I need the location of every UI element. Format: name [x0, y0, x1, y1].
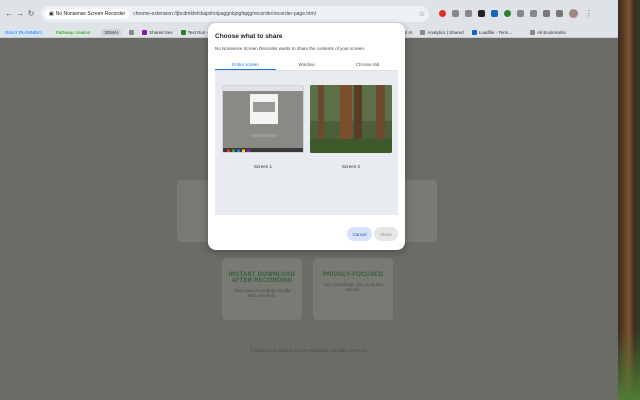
- bookmark-item[interactable]: Shared Sev: [142, 29, 173, 35]
- bookmark-icon: [471, 29, 477, 35]
- folder-icon: [129, 29, 135, 35]
- puzzle-icon[interactable]: [543, 10, 550, 17]
- share-tabs: Entire screen Window Chrome tab: [215, 59, 398, 71]
- bookmark-star-icon[interactable]: ☆: [419, 10, 425, 18]
- cancel-button[interactable]: Cancel: [347, 227, 372, 241]
- extension-icon[interactable]: [439, 10, 446, 17]
- bookmark-item[interactable]: Analytics | Shared: [420, 29, 464, 35]
- screen-1-preview: [223, 86, 303, 152]
- tab-title: No Nonsense Screen Recorder: [55, 10, 126, 17]
- screen-thumbnail: [222, 85, 304, 153]
- bookmark-item[interactable]: [129, 29, 135, 35]
- feature-card: PRIVACY-FOCUSED Your recordings stay loc…: [313, 258, 393, 320]
- address-bar[interactable]: ▣ No Nonsense Screen Recorder chrome-ext…: [41, 5, 429, 22]
- folder-icon: [530, 29, 536, 35]
- bookmark-label: Shared Sev: [149, 29, 173, 35]
- dialog-subtitle: No Nonsense Screen Recorder wants to sha…: [215, 46, 365, 51]
- screen-label: Screen 1: [253, 164, 272, 169]
- url-text: chrome-extension://jbcdmkfefckajeiholpag…: [133, 10, 316, 17]
- screens-pane: Screen 1 Screen 2: [215, 71, 398, 215]
- bookmark-label: Loadfile - Term...: [478, 29, 513, 35]
- screen-thumbnail: [310, 85, 392, 153]
- page-footer: © 2024 No Nonsense Screen Recorder. All …: [250, 348, 368, 353]
- bookmark-icon: [180, 29, 186, 35]
- extension-icon[interactable]: [465, 10, 472, 17]
- extension-icon[interactable]: [530, 10, 537, 17]
- extension-icon[interactable]: [491, 10, 498, 17]
- bookmark-label: All Bookmarks: [537, 29, 566, 35]
- avatar[interactable]: [569, 9, 578, 18]
- bookmark-item[interactable]: 3DMAI: [101, 28, 122, 36]
- desktop-wallpaper: [618, 0, 640, 400]
- card-title: PRIVACY-FOCUSED: [322, 272, 384, 278]
- card-text: Save your recordings locally with one cl…: [233, 288, 291, 298]
- bookmark-item[interactable]: Pathway creation: [52, 28, 94, 36]
- extension-icon: ▣: [49, 10, 54, 17]
- tab-entire-screen[interactable]: Entire screen: [215, 59, 276, 70]
- extensions-bar: ⋮: [439, 9, 595, 19]
- menu-icon[interactable]: ⋮: [584, 9, 594, 19]
- reload-icon[interactable]: ↻: [26, 9, 36, 19]
- screen-2-preview: [310, 85, 392, 153]
- bookmark-item[interactable]: Loadfile - Term...: [471, 29, 513, 35]
- back-icon[interactable]: ←: [4, 9, 14, 19]
- feature-card: INSTANT DOWNLOAD AFTER RECORDING Save yo…: [222, 258, 302, 320]
- window-icon[interactable]: [556, 10, 563, 17]
- site-chip[interactable]: ▣ No Nonsense Screen Recorder: [45, 8, 130, 19]
- card-title: INSTANT DOWNLOAD AFTER RECORDING: [228, 272, 296, 284]
- screen-label: Screen 2: [341, 164, 360, 169]
- dialog-title: Choose what to share: [215, 33, 283, 40]
- extension-icon[interactable]: [478, 10, 485, 17]
- extension-icon[interactable]: [517, 10, 524, 17]
- share-dialog: Choose what to share No Nonsense Screen …: [208, 23, 405, 250]
- bookmark-item[interactable]: All Bookmarks: [530, 29, 566, 35]
- extension-icon[interactable]: [452, 10, 459, 17]
- screen-option-2[interactable]: Screen 2: [310, 85, 392, 169]
- bookmark-label: Analytics | Shared: [427, 29, 464, 35]
- card-text: Your recordings stay local and secure.: [322, 282, 384, 292]
- extension-icon[interactable]: [504, 10, 511, 17]
- share-button[interactable]: Share: [374, 227, 398, 241]
- forward-icon[interactable]: →: [15, 9, 25, 19]
- screen-option-1[interactable]: Screen 1: [222, 85, 304, 169]
- folder-icon: [420, 29, 426, 35]
- bookmark-item[interactable]: DAILY PLANNING: [2, 28, 45, 36]
- tab-chrome-tab[interactable]: Chrome tab: [337, 59, 398, 70]
- tab-window[interactable]: Window: [276, 59, 337, 70]
- bookmark-icon: [142, 29, 148, 35]
